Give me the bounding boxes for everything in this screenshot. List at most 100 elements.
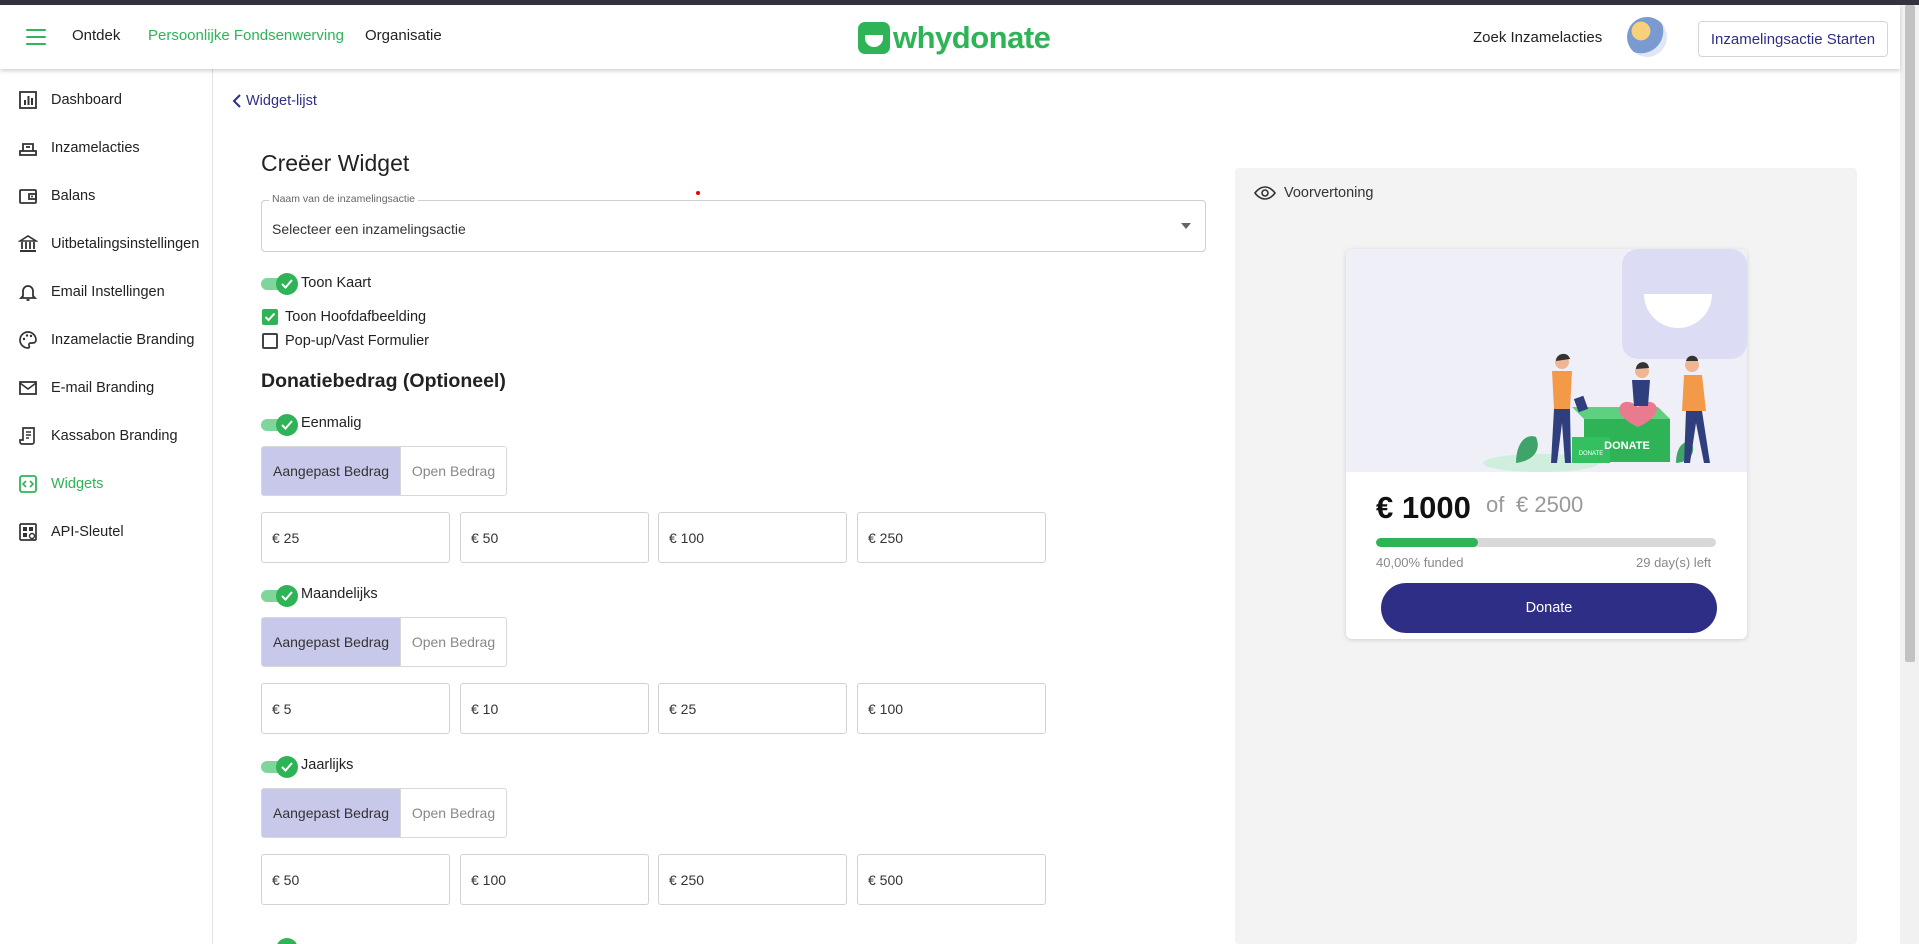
sidebar-item-label: API-Sleutel [51,524,124,540]
amount-input[interactable]: € 250 [857,512,1046,563]
popup-form-label: Pop-up/Vast Formulier [285,333,429,349]
bell-icon [18,282,38,302]
yearly-label: Jaarlijks [301,757,354,773]
top-header: Ontdek Persoonlijke Fondsenwerving Organ… [0,5,1900,69]
search-fundraisers-link[interactable]: Zoek Inzamelacties [1473,29,1602,46]
start-fundraiser-button[interactable]: Inzamelingsactie Starten [1698,21,1888,57]
page-title: Creëer Widget [261,150,410,176]
next-toggle-partial[interactable] [261,938,298,944]
small-box-donate-text: DONATE [1579,451,1604,457]
amount-input[interactable]: € 100 [460,854,649,905]
amount-input[interactable]: € 10 [460,683,649,734]
sidebar-item-widgets[interactable]: Widgets [18,472,103,496]
nav-organisatie[interactable]: Organisatie [365,27,442,44]
one-time-toggle[interactable] [261,414,298,436]
nav-ontdek[interactable]: Ontdek [72,27,120,44]
funding-progress-fill [1376,538,1478,547]
hamburger-menu-icon[interactable] [26,29,46,45]
show-main-image-label: Toon Hoofdafbeelding [285,309,427,325]
nav-persoonlijke-fondsenwerving[interactable]: Persoonlijke Fondsenwerving [148,27,344,44]
sidebar-item-email-instellingen[interactable]: Email Instellingen [18,280,165,304]
preview-label: Voorvertoning [1284,185,1374,201]
sidebar-item-inzamelactie-branding[interactable]: Inzamelactie Branding [18,328,194,352]
open-amount-option[interactable]: Open Bedrag [401,447,506,495]
monthly-label: Maandelijks [301,586,378,602]
one-time-amount-type: Aangepast Bedrag Open Bedrag [261,446,507,496]
raised-amount: € 1000 [1376,490,1471,525]
preview-heading: Voorvertoning [1254,185,1373,201]
logo-text: whydonate [893,20,1051,55]
sidebar-item-email-branding[interactable]: E-mail Branding [18,376,154,400]
show-main-image-checkbox[interactable] [262,309,278,325]
eye-icon [1254,186,1276,200]
monthly-toggle[interactable] [261,585,298,607]
funding-progress-bar [1376,538,1716,547]
bank-icon [18,234,38,254]
sidebar-item-kassabon-branding[interactable]: Kassabon Branding [18,424,178,448]
amount-input[interactable]: € 100 [857,683,1046,734]
checkmark-icon [264,312,276,322]
user-avatar[interactable] [1627,17,1667,57]
whydonate-logo[interactable]: whydonate [858,20,1051,56]
chevron-left-icon [232,94,241,108]
sidebar-item-label: Balans [51,188,96,204]
monthly-amount-type: Aangepast Bedrag Open Bedrag [261,617,507,667]
bar-chart-icon [18,90,38,110]
sidebar-item-dashboard[interactable]: Dashboard [18,88,122,112]
envelope-icon [18,378,38,398]
campaign-illustration: DONATE DONATE [1346,249,1747,472]
back-to-widget-list-link[interactable]: Widget-lijst [232,93,317,109]
custom-amount-option[interactable]: Aangepast Bedrag [262,618,401,666]
wallet-icon [18,186,38,206]
sidebar-item-api-sleutel[interactable]: API-Sleutel [18,520,124,544]
fundraiser-icon [18,138,38,158]
code-icon [18,474,38,494]
sidebar-item-label: E-mail Branding [51,380,155,396]
funded-percentage: 40,00% funded [1376,555,1464,570]
amount-input[interactable]: € 50 [460,512,649,563]
sidebar-item-label: Uitbetalingsinstellingen [51,236,200,252]
fundraiser-select-label: Naam van de inzamelingsactie [269,193,418,205]
open-amount-option[interactable]: Open Bedrag [401,789,506,837]
sidebar-item-label: Widgets [51,476,104,492]
amount-input[interactable]: € 5 [261,683,450,734]
one-time-label: Eenmalig [301,415,362,431]
show-card-label: Toon Kaart [301,275,372,291]
yearly-toggle[interactable] [261,756,298,778]
donate-button[interactable]: Donate [1381,583,1717,633]
sidebar-item-label: Inzamelactie Branding [51,332,195,348]
days-left: 29 day(s) left [1636,555,1712,570]
amount-input[interactable]: € 100 [658,512,847,563]
fundraiser-select-value: Selecteer een inzamelingsactie [272,221,466,237]
receipt-icon [18,426,38,446]
sidebar-item-balans[interactable]: Balans [18,184,95,208]
cursor-marker [696,191,700,195]
custom-amount-option[interactable]: Aangepast Bedrag [262,447,401,495]
sidebar-item-label: Dashboard [51,92,122,108]
show-card-toggle[interactable] [261,273,298,295]
check-icon [276,585,298,607]
palette-icon [18,330,38,350]
amount-input[interactable]: € 250 [658,854,847,905]
api-key-icon [18,522,38,542]
amount-input[interactable]: € 500 [857,854,1046,905]
amount-input[interactable]: € 25 [261,512,450,563]
amount-input[interactable]: € 25 [658,683,847,734]
of-text: of [1486,492,1505,517]
check-icon [276,756,298,778]
page-scrollbar-thumb[interactable] [1905,5,1915,662]
yearly-amount-type: Aangepast Bedrag Open Bedrag [261,788,507,838]
popup-form-checkbox[interactable] [262,333,278,349]
fundraiser-select[interactable]: Naam van de inzamelingsactie Selecteer e… [261,193,1206,252]
amount-input[interactable]: € 50 [261,854,450,905]
open-amount-option[interactable]: Open Bedrag [401,618,506,666]
sidebar-item-uitbetalingsinstellingen[interactable]: Uitbetalingsinstellingen [18,232,199,256]
widget-preview-card: DONATE DONATE [1346,249,1747,639]
check-icon [276,414,298,436]
sidebar-item-label: Kassabon Branding [51,428,178,444]
sidebar-item-inzamelacties[interactable]: Inzamelacties [18,136,140,160]
custom-amount-option[interactable]: Aangepast Bedrag [262,789,401,837]
donation-amount-heading: Donatiebedrag (Optioneel) [261,370,506,392]
sidebar-item-label: Email Instellingen [51,284,165,300]
back-link-label: Widget-lijst [246,93,317,109]
